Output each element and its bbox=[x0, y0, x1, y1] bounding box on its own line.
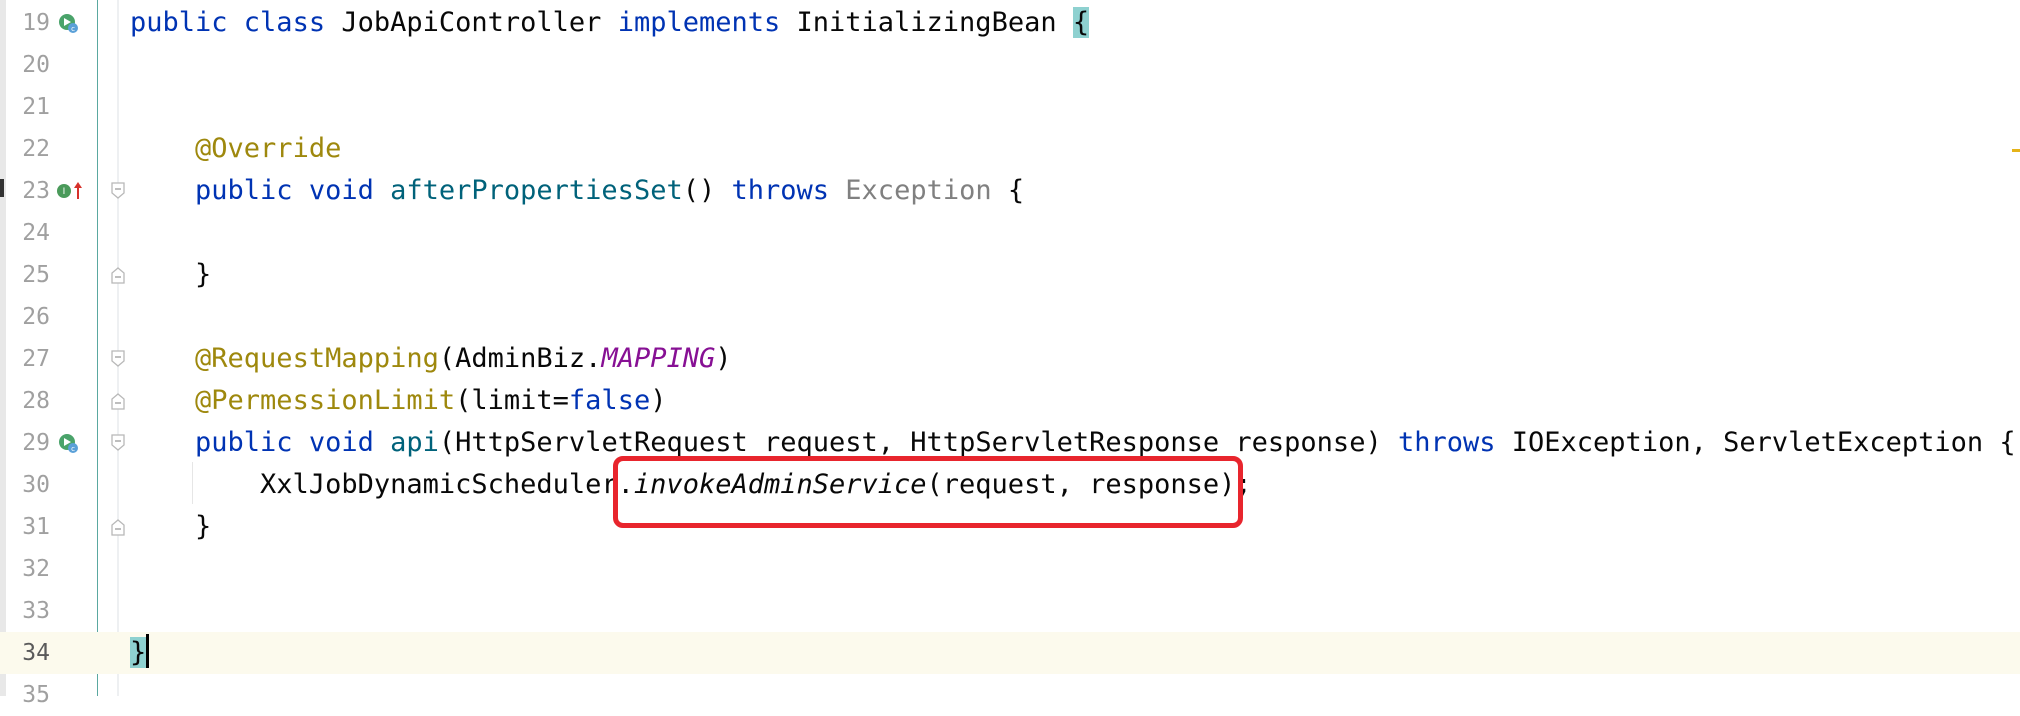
line-number[interactable]: 30 bbox=[10, 464, 50, 506]
line-number[interactable]: 31 bbox=[10, 506, 50, 548]
code-token: afterPropertiesSet bbox=[390, 175, 683, 206]
line-number[interactable]: 33 bbox=[10, 590, 50, 632]
code-line-35[interactable]: 35 bbox=[0, 674, 2020, 716]
highlight-annotation-box bbox=[613, 456, 1243, 528]
code-token: MAPPING bbox=[601, 343, 716, 374]
line-number[interactable]: 19 bbox=[10, 2, 50, 44]
code-token: @Override bbox=[195, 133, 342, 164]
code-line-22[interactable]: 22 @Override bbox=[0, 128, 2020, 170]
line-number[interactable]: 34 bbox=[10, 632, 50, 674]
line-number[interactable]: 25 bbox=[10, 254, 50, 296]
code-token: { bbox=[1007, 175, 1025, 206]
line-number[interactable]: 29 bbox=[10, 422, 50, 464]
code-token: InitializingBean bbox=[796, 7, 1073, 38]
indent-guide bbox=[192, 462, 193, 504]
code-line-24[interactable]: 24 bbox=[0, 212, 2020, 254]
code-line-28[interactable]: 28 @PermessionLimit(limit=false) bbox=[0, 380, 2020, 422]
code-token: public bbox=[130, 7, 244, 38]
code-line-21[interactable]: 21 bbox=[0, 86, 2020, 128]
code-token: public bbox=[195, 427, 309, 458]
fold-close-icon[interactable] bbox=[110, 266, 126, 284]
code-token: public bbox=[195, 175, 309, 206]
code-token: ) bbox=[715, 343, 732, 374]
code-token: () bbox=[682, 175, 732, 206]
text-caret bbox=[146, 633, 150, 668]
line-number[interactable]: 32 bbox=[10, 548, 50, 590]
code-text[interactable]: @RequestMapping(AdminBiz.MAPPING) bbox=[130, 338, 732, 380]
code-text[interactable]: public class JobApiController implements… bbox=[130, 2, 1090, 44]
code-line-25[interactable]: 25 } bbox=[0, 254, 2020, 296]
code-token: void bbox=[308, 427, 391, 458]
code-line-23[interactable]: 23 I public void afterPropertiesSet() thr… bbox=[0, 170, 2020, 212]
run-class-icon[interactable]: c bbox=[58, 13, 78, 33]
code-token: } bbox=[130, 637, 147, 668]
line-number[interactable]: 28 bbox=[10, 380, 50, 422]
code-line-34[interactable]: 34} bbox=[0, 632, 2020, 674]
code-line-20[interactable]: 20 bbox=[0, 44, 2020, 86]
code-line-19[interactable]: 19 c public class JobApiController impleme… bbox=[0, 2, 2020, 44]
code-token: throws bbox=[1397, 427, 1512, 458]
implements-method-icon[interactable]: I bbox=[56, 181, 86, 201]
code-token: } bbox=[130, 511, 212, 542]
line-number[interactable]: 21 bbox=[10, 86, 50, 128]
fold-open-icon[interactable] bbox=[110, 434, 126, 452]
svg-text:I: I bbox=[63, 187, 66, 197]
code-line-32[interactable]: 32 bbox=[0, 548, 2020, 590]
run-method-icon[interactable]: c bbox=[58, 433, 78, 453]
svg-text:c: c bbox=[71, 445, 75, 453]
code-token: XxlJobDynamicScheduler. bbox=[130, 469, 634, 500]
line-number[interactable]: 20 bbox=[10, 44, 50, 86]
code-text[interactable]: } bbox=[130, 506, 211, 548]
line-number[interactable]: 22 bbox=[10, 128, 50, 170]
code-token: (AdminBiz. bbox=[438, 343, 602, 374]
line-number[interactable]: 35 bbox=[10, 674, 50, 716]
fold-close-icon[interactable] bbox=[110, 518, 126, 536]
code-text[interactable]: public void afterPropertiesSet() throws … bbox=[130, 170, 1024, 212]
code-editor[interactable]: 19 c public class JobApiController impleme… bbox=[0, 0, 2020, 708]
code-token: ) bbox=[650, 385, 667, 416]
code-token: throws bbox=[731, 175, 846, 206]
code-token: api bbox=[390, 427, 439, 458]
code-text[interactable]: @PermessionLimit(limit=false) bbox=[130, 380, 666, 422]
line-number[interactable]: 26 bbox=[10, 296, 50, 338]
code-token: } bbox=[130, 259, 212, 290]
code-text[interactable]: } bbox=[130, 254, 211, 296]
line-number[interactable]: 27 bbox=[10, 338, 50, 380]
code-token: Exception bbox=[845, 175, 1008, 206]
code-token: { bbox=[1072, 7, 1090, 38]
code-token: void bbox=[308, 175, 391, 206]
code-line-26[interactable]: 26 bbox=[0, 296, 2020, 338]
code-line-27[interactable]: 27 @RequestMapping(AdminBiz.MAPPING) bbox=[0, 338, 2020, 380]
code-token: class bbox=[243, 7, 342, 38]
code-token: (limit= bbox=[455, 385, 569, 416]
fold-open-icon[interactable] bbox=[110, 182, 126, 200]
code-token: @RequestMapping bbox=[195, 343, 439, 374]
code-token: implements bbox=[617, 7, 797, 38]
line-number[interactable]: 24 bbox=[10, 212, 50, 254]
code-token: (HttpServletRequest request, HttpServlet… bbox=[438, 427, 1398, 458]
code-token: @PermessionLimit bbox=[195, 385, 456, 416]
code-text[interactable]: @Override bbox=[130, 128, 341, 170]
code-token: IOException, ServletException { bbox=[1511, 427, 2016, 458]
code-token: false bbox=[568, 385, 651, 416]
fold-close-icon[interactable] bbox=[110, 392, 126, 410]
code-token: JobApiController bbox=[341, 7, 618, 38]
code-text[interactable]: } bbox=[130, 632, 150, 674]
svg-text:c: c bbox=[71, 25, 75, 33]
line-number[interactable]: 23 bbox=[10, 170, 50, 212]
code-line-33[interactable]: 33 bbox=[0, 590, 2020, 632]
fold-open-icon[interactable] bbox=[110, 350, 126, 368]
